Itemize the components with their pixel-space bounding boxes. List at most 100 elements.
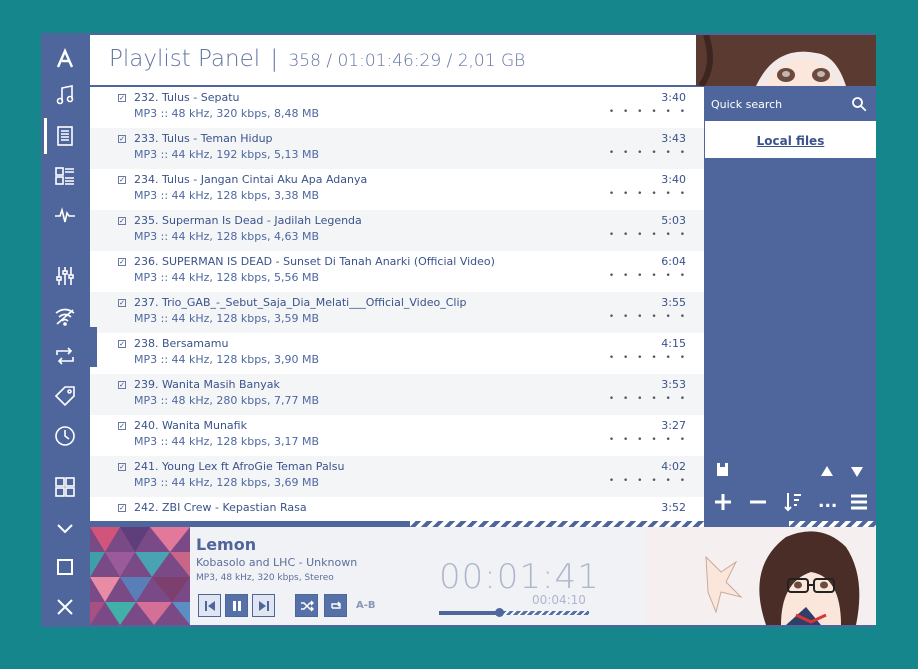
rating-dots[interactable]: • • • • • • <box>609 148 688 158</box>
ab-repeat-button[interactable]: A-B <box>356 600 376 611</box>
seek-bar[interactable] <box>439 608 589 617</box>
table-row[interactable]: ✓ 232. Tulus - Sepatu MP3 :: 48 kHz, 320… <box>90 87 704 128</box>
shuffle-button[interactable] <box>295 594 318 617</box>
clock-icon[interactable] <box>49 420 81 452</box>
track-info: MP3 :: 44 kHz, 128 kbps, 3,59 MB <box>134 312 320 325</box>
row-checkbox[interactable]: ✓ <box>118 504 126 512</box>
playlist[interactable]: ✓ 232. Tulus - Sepatu MP3 :: 48 kHz, 320… <box>90 87 704 521</box>
player-artwork <box>646 527 876 625</box>
pause-button[interactable] <box>225 594 248 617</box>
waveform-icon[interactable] <box>49 200 81 232</box>
next-button[interactable] <box>252 594 275 617</box>
track-info: MP3 :: 48 kHz, 320 kbps, 8,48 MB <box>134 107 320 120</box>
track-title: 237. Trio_GAB_-_Sebut_Saja_Dia_Melati___… <box>134 296 467 309</box>
equalizer-icon[interactable] <box>49 260 81 292</box>
active-indicator <box>44 118 47 154</box>
window-icon[interactable] <box>49 551 81 583</box>
pause-icon <box>232 600 241 611</box>
search-input[interactable]: Quick search <box>711 98 782 111</box>
track-title: 233. Tulus - Teman Hidup <box>134 132 273 145</box>
tag-icon[interactable] <box>49 380 81 412</box>
table-row[interactable]: ✓ 240. Wanita Munafik MP3 :: 44 kHz, 128… <box>90 415 704 456</box>
track-info: MP3 :: 48 kHz, 280 kbps, 7,77 MB <box>134 394 320 407</box>
row-checkbox[interactable]: ✓ <box>118 258 126 266</box>
move-up-icon[interactable] <box>821 461 833 480</box>
row-checkbox[interactable]: ✓ <box>118 135 126 143</box>
music-note-icon[interactable] <box>49 79 81 111</box>
previous-icon <box>204 600 215 611</box>
table-row[interactable]: ✓ 235. Superman Is Dead - Jadilah Legend… <box>90 210 704 251</box>
track-duration: 3:52 <box>661 501 686 514</box>
row-checkbox[interactable]: ✓ <box>118 176 126 184</box>
track-info: MP3 :: 44 kHz, 128 kbps, 3,17 MB <box>134 435 320 448</box>
track-info: MP3 :: 44 kHz, 128 kbps, 5,56 MB <box>134 271 320 284</box>
local-files-tab[interactable]: Local files <box>705 121 876 158</box>
right-panel: Quick search Local files ... <box>705 87 876 521</box>
table-row[interactable]: ✓ 236. SUPERMAN IS DEAD - Sunset Di Tana… <box>90 251 704 292</box>
repeat-icon[interactable] <box>49 340 81 372</box>
add-icon[interactable] <box>714 493 732 515</box>
seek-progress <box>439 611 499 615</box>
rating-dots[interactable]: • • • • • • <box>609 353 688 363</box>
track-title: 241. Young Lex ft AfroGie Teman Palsu <box>134 460 345 473</box>
track-title: 232. Tulus - Sepatu <box>134 91 240 104</box>
remove-icon[interactable] <box>749 493 767 515</box>
app-window: Playlist Panel | 358 / 01:01:46:29 / 2,0… <box>41 33 876 627</box>
table-row[interactable]: ✓ 241. Young Lex ft AfroGie Teman Palsu … <box>90 456 704 497</box>
rating-dots[interactable]: • • • • • • <box>609 476 688 486</box>
rating-dots[interactable]: • • • • • • <box>609 189 688 199</box>
rating-dots[interactable]: • • • • • • <box>609 230 688 240</box>
local-files-link[interactable]: Local files <box>757 134 825 148</box>
chevron-down-icon[interactable] <box>49 512 81 544</box>
table-row[interactable]: ✓ 239. Wanita Masih Banyak MP3 :: 48 kHz… <box>90 374 704 415</box>
more-button[interactable]: ... <box>818 492 837 512</box>
rating-dots[interactable]: • • • • • • <box>609 312 688 322</box>
aimp-logo-icon[interactable] <box>49 43 81 75</box>
close-icon[interactable] <box>49 591 81 623</box>
row-checkbox[interactable]: ✓ <box>118 381 126 389</box>
menu-icon[interactable] <box>850 493 868 515</box>
row-checkbox[interactable]: ✓ <box>118 422 126 430</box>
track-duration: 3:43 <box>661 132 686 145</box>
row-checkbox[interactable]: ✓ <box>118 340 126 348</box>
previous-button[interactable] <box>198 594 221 617</box>
row-checkbox[interactable]: ✓ <box>118 299 126 307</box>
rating-dots[interactable]: • • • • • • <box>609 271 688 281</box>
seek-handle[interactable] <box>495 608 504 617</box>
row-checkbox[interactable]: ✓ <box>118 217 126 225</box>
track-title: 239. Wanita Masih Banyak <box>134 378 280 391</box>
row-checkbox[interactable]: ✓ <box>118 94 126 102</box>
track-title: 235. Superman Is Dead - Jadilah Legenda <box>134 214 362 227</box>
table-row[interactable]: ✓ 242. ZBI Crew - Kepastian Rasa 3:52 <box>90 497 704 521</box>
table-row[interactable]: ✓ 237. Trio_GAB_-_Sebut_Saja_Dia_Melati_… <box>90 292 704 333</box>
table-row[interactable]: ✓ 233. Tulus - Teman Hidup MP3 :: 44 kHz… <box>90 128 704 169</box>
row-checkbox[interactable]: ✓ <box>118 463 126 471</box>
player-bar: Lemon Kobasolo and LHC - Unknown MP3, 48… <box>90 527 876 625</box>
album-cover <box>90 527 190 625</box>
search-icon[interactable] <box>850 95 868 113</box>
rating-dots[interactable]: • • • • • • <box>609 435 688 445</box>
playlist-icon[interactable] <box>49 120 81 152</box>
table-row[interactable]: ✓ 238. Bersamamu MP3 :: 44 kHz, 128 kbps… <box>90 333 704 374</box>
rating-dots[interactable]: • • • • • • <box>609 107 688 117</box>
now-playing-artist: Kobasolo and LHC - Unknown <box>196 556 358 569</box>
quick-search[interactable]: Quick search <box>705 87 876 121</box>
track-duration: 3:55 <box>661 296 686 309</box>
library-icon[interactable] <box>49 160 81 192</box>
sort-icon[interactable] <box>784 492 802 516</box>
page-title: Playlist Panel | 358 / 01:01:46:29 / 2,0… <box>109 46 525 72</box>
track-info: MP3 :: 44 kHz, 128 kbps, 3,90 MB <box>134 353 320 366</box>
total-time: 00:04:10 <box>532 593 586 607</box>
table-row[interactable]: ✓ 234. Tulus - Jangan Cintai Aku Apa Ada… <box>90 169 704 210</box>
track-title: 238. Bersamamu <box>134 337 229 350</box>
current-time: 00:01:41 <box>439 557 600 597</box>
save-icon[interactable] <box>717 461 728 476</box>
track-info: MP3 :: 44 kHz, 128 kbps, 3,69 MB <box>134 476 320 489</box>
rating-dots[interactable]: • • • • • • <box>609 394 688 404</box>
grid-icon[interactable] <box>49 471 81 503</box>
repeat-button[interactable] <box>324 594 347 617</box>
wifi-icon[interactable] <box>49 300 81 332</box>
move-down-icon[interactable] <box>851 462 863 481</box>
track-title: 234. Tulus - Jangan Cintai Aku Apa Adany… <box>134 173 368 186</box>
playlist-stats: 358 / 01:01:46:29 / 2,01 GB <box>288 51 526 71</box>
